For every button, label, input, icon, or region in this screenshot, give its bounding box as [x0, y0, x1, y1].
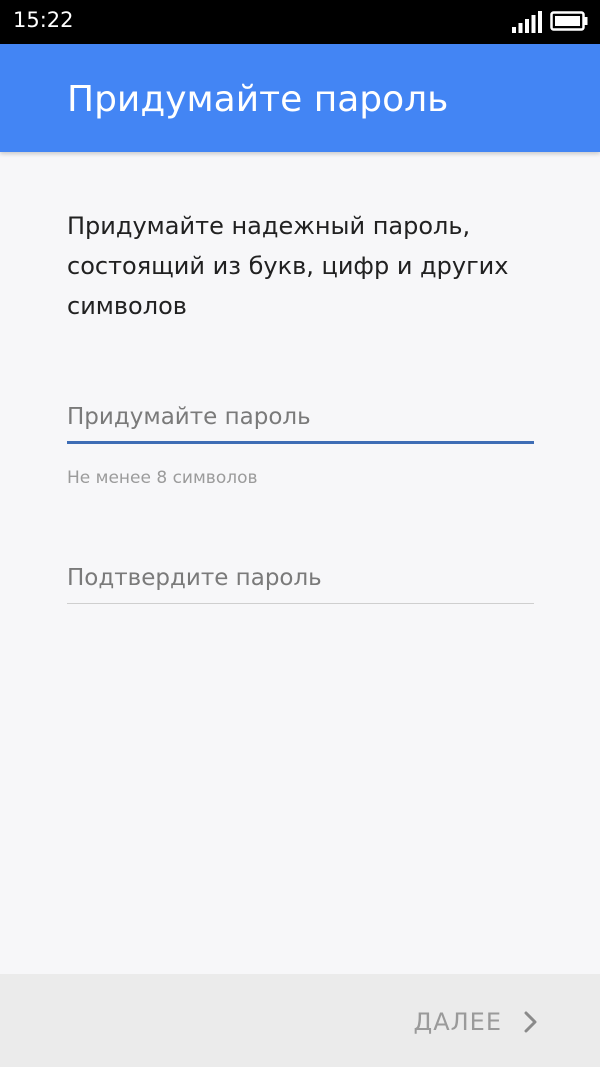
password-underline: [67, 441, 534, 444]
description-text: Придумайте надежный пароль, состоящий из…: [67, 212, 509, 320]
confirm-underline: [67, 603, 534, 604]
confirm-password-field[interactable]: [67, 558, 534, 604]
status-time: 15:22: [13, 8, 74, 32]
content-area: Придумайте надежный пароль, состоящий из…: [0, 152, 600, 974]
password-helper-text: Не менее 8 символов: [67, 468, 258, 488]
page-title: Придумайте пароль: [67, 79, 449, 120]
signal-icon: [512, 11, 542, 33]
app-bar: Придумайте пароль: [0, 44, 600, 152]
password-field[interactable]: [67, 397, 534, 444]
bottom-navigation-bar: ДАЛЕЕ: [0, 974, 600, 1067]
chevron-right-icon: [524, 1011, 537, 1033]
status-bar: 15:22: [0, 0, 600, 44]
battery-icon: [550, 11, 588, 31]
next-button[interactable]: ДАЛЕЕ: [413, 1004, 538, 1040]
next-button-label: ДАЛЕЕ: [413, 1008, 502, 1036]
confirm-password-input[interactable]: [67, 558, 534, 598]
password-input[interactable]: [67, 397, 534, 437]
